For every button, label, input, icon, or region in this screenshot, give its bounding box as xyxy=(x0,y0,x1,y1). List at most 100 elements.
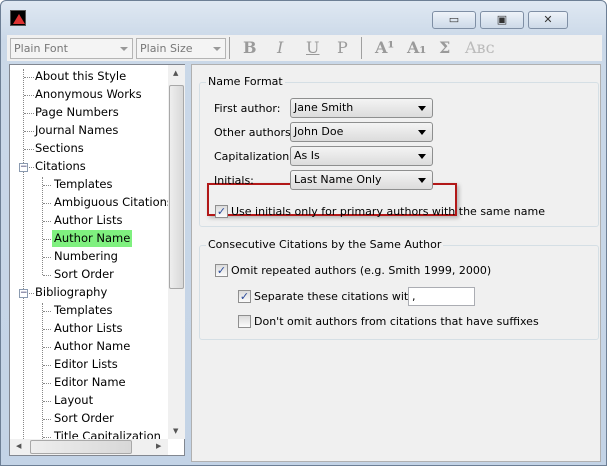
other-authors-label: Other authors: xyxy=(214,126,295,139)
style-editor-window: ▭ ▣ ✕ Plain Font Plain Size B I U P A¹ A… xyxy=(0,0,607,466)
group-title: Name Format xyxy=(206,75,285,88)
tree-line xyxy=(29,167,34,168)
tree-item[interactable]: Sort Order xyxy=(52,266,116,283)
chevron-down-icon xyxy=(418,130,426,135)
tree-item[interactable]: Layout xyxy=(52,392,95,409)
tree-line xyxy=(43,365,51,366)
dont-omit-suffix-label: Don't omit authors from citations that h… xyxy=(254,315,539,328)
tree-item[interactable]: Anonymous Works xyxy=(33,86,144,103)
tree-item[interactable]: Page Numbers xyxy=(33,104,121,121)
tree-item[interactable]: Templates xyxy=(52,302,114,319)
size-select[interactable]: Plain Size xyxy=(136,38,226,59)
scrollbar-thumb[interactable] xyxy=(169,85,184,289)
scrollbar-thumb[interactable] xyxy=(30,440,132,454)
symbol-button[interactable]: Σ xyxy=(439,38,450,57)
tree-line xyxy=(42,177,43,275)
scroll-right-icon[interactable]: ▶ xyxy=(156,442,161,450)
name-format-group: Name Format First author: Jane Smith Oth… xyxy=(199,75,599,227)
tree-line xyxy=(23,69,24,439)
omit-repeated-checkbox[interactable]: ✓ xyxy=(215,264,228,277)
tree-line xyxy=(43,347,51,348)
group-title: Consecutive Citations by the Same Author xyxy=(206,238,444,251)
tree-item[interactable]: Sort Order xyxy=(52,410,116,427)
separate-citations-label: Separate these citations with: xyxy=(254,290,419,303)
omit-repeated-label: Omit repeated authors (e.g. Smith 1999, … xyxy=(231,264,492,277)
tree-item[interactable]: Author Lists xyxy=(52,212,124,229)
close-button[interactable]: ✕ xyxy=(528,11,568,29)
format-toolbar: Plain Font Plain Size B I U P A¹ A₁ Σ Aʙ… xyxy=(7,35,602,61)
vertical-scrollbar[interactable]: ▲ ▼ xyxy=(168,65,185,439)
font-value: Plain Font xyxy=(14,42,68,55)
tree-line xyxy=(43,419,51,420)
tree-line xyxy=(43,221,51,222)
chevron-down-icon xyxy=(418,154,426,159)
use-initials-label: Use initials only for primary authors wi… xyxy=(231,205,545,218)
tree-line xyxy=(43,383,51,384)
capitalization-dropdown[interactable]: As Is xyxy=(290,146,433,166)
dropdown-value: Last Name Only xyxy=(294,173,382,186)
scroll-down-icon[interactable]: ▼ xyxy=(173,427,178,435)
tree-item[interactable]: Citations xyxy=(33,158,88,175)
consecutive-citations-group: Consecutive Citations by the Same Author… xyxy=(199,238,599,340)
tree-line xyxy=(43,257,51,258)
use-initials-checkbox[interactable]: ✓ xyxy=(215,205,228,218)
chevron-down-icon xyxy=(213,47,221,51)
tree-item[interactable]: About this Style xyxy=(33,68,128,85)
tree-item[interactable]: Numbering xyxy=(52,248,120,265)
maximize-button[interactable]: ▣ xyxy=(480,11,524,29)
tree-item[interactable]: Author Name xyxy=(52,338,132,355)
tree-line xyxy=(24,95,34,96)
tree-line xyxy=(24,131,34,132)
app-icon xyxy=(10,10,26,26)
tree-item[interactable]: Journal Names xyxy=(33,122,120,139)
tree-item[interactable]: Author Lists xyxy=(52,320,124,337)
tree-line xyxy=(43,203,51,204)
other-authors-dropdown[interactable]: John Doe xyxy=(290,122,433,142)
initials-dropdown[interactable]: Last Name Only xyxy=(290,170,433,190)
tree-item[interactable]: Ambiguous Citations xyxy=(52,194,175,211)
tree-line xyxy=(43,329,51,330)
italic-button[interactable]: I xyxy=(277,38,283,57)
tree-item[interactable]: Bibliography xyxy=(33,284,109,301)
divider xyxy=(361,37,362,59)
first-author-label: First author: xyxy=(214,102,281,115)
small-caps-button[interactable]: Aʙᴄ xyxy=(465,38,495,57)
separate-citations-checkbox[interactable]: ✓ xyxy=(238,290,251,303)
superscript-button[interactable]: A¹ xyxy=(375,38,394,57)
scroll-left-icon[interactable]: ◀ xyxy=(16,442,21,450)
tree-line xyxy=(43,275,51,276)
chevron-down-icon xyxy=(120,47,128,51)
collapse-icon[interactable]: − xyxy=(19,289,28,298)
divider xyxy=(229,37,230,59)
tree-line xyxy=(43,311,51,312)
tree-line xyxy=(43,437,51,438)
dropdown-value: Jane Smith xyxy=(294,101,354,114)
chevron-down-icon xyxy=(418,178,426,183)
tree-line xyxy=(43,185,51,186)
chevron-down-icon xyxy=(418,106,426,111)
bold-button[interactable]: B xyxy=(243,38,257,57)
style-tree[interactable]: About this Style Anonymous Works Page Numb… xyxy=(9,64,185,456)
tree-line xyxy=(24,77,34,78)
font-select[interactable]: Plain Font xyxy=(10,38,133,59)
separator-input[interactable]: , xyxy=(408,287,475,306)
tree-line xyxy=(24,149,34,150)
first-author-dropdown[interactable]: Jane Smith xyxy=(290,98,433,118)
tree-item[interactable]: Sections xyxy=(33,140,86,157)
underline-button[interactable]: U xyxy=(306,38,319,57)
tree-item[interactable]: Editor Name xyxy=(52,374,128,391)
scroll-up-icon[interactable]: ▲ xyxy=(173,69,178,77)
subscript-button[interactable]: A₁ xyxy=(407,38,426,57)
tree-item[interactable]: Templates xyxy=(52,176,114,193)
dont-omit-suffix-checkbox[interactable] xyxy=(238,315,251,328)
tree-line xyxy=(43,401,51,402)
tree-item[interactable]: Author Name xyxy=(52,230,133,247)
tree-item[interactable]: Editor Lists xyxy=(52,356,120,373)
initials-label: Initials: xyxy=(214,174,254,187)
minimize-button[interactable]: ▭ xyxy=(432,11,476,29)
dropdown-value: As Is xyxy=(294,149,320,162)
collapse-icon[interactable]: − xyxy=(19,163,28,172)
tree-line xyxy=(43,239,51,240)
horizontal-scrollbar[interactable]: ◀ ▶ xyxy=(10,439,168,455)
plain-button[interactable]: P xyxy=(337,38,348,57)
